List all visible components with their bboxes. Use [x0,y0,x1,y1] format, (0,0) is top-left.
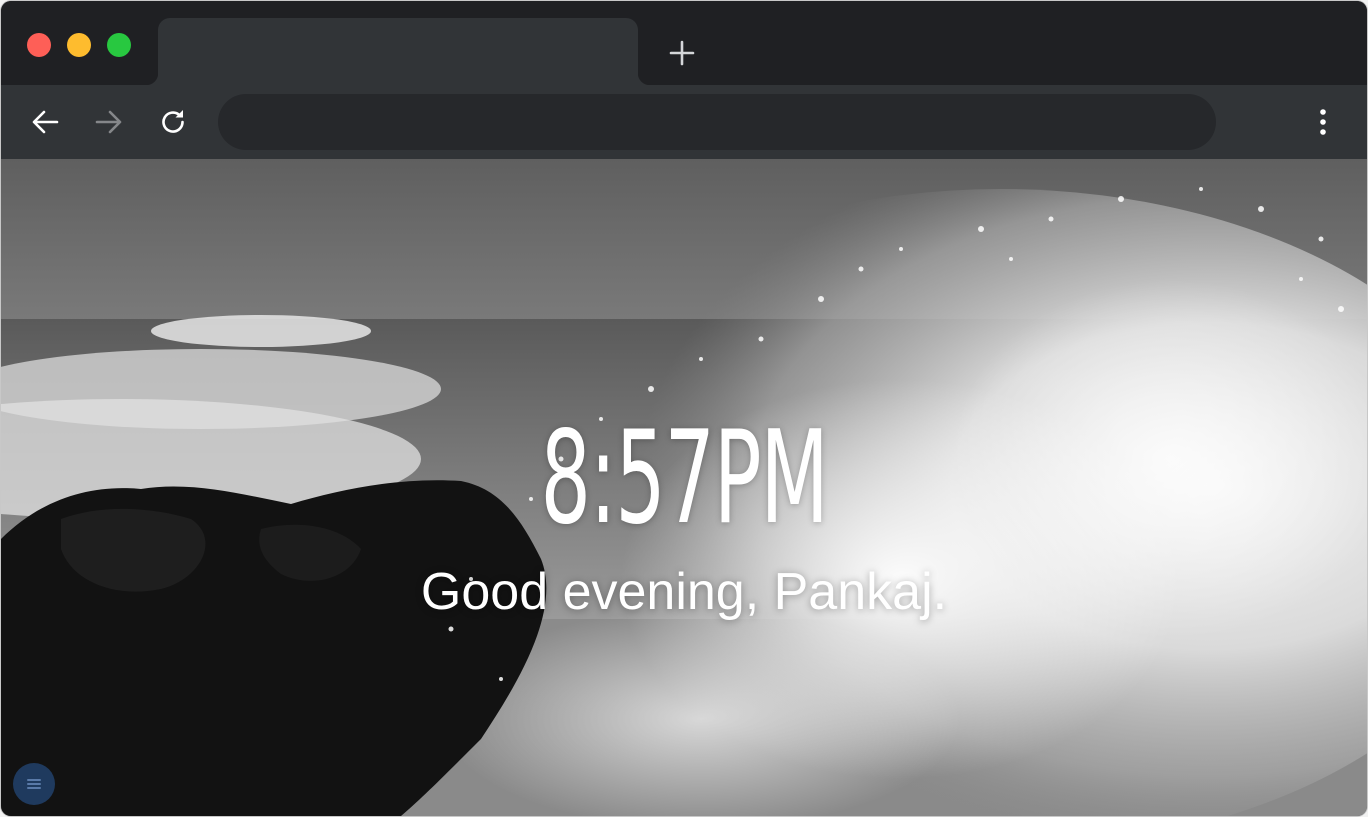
vertical-dots-icon [1320,109,1326,135]
back-button[interactable] [25,102,65,142]
new-tab-button[interactable] [663,34,701,72]
hamburger-menu-icon [27,779,41,789]
arrow-left-icon [32,110,59,134]
arrow-right-icon [95,110,122,134]
browser-menu-button[interactable] [1303,102,1343,142]
close-window-button[interactable] [27,33,51,57]
active-tab[interactable] [146,18,650,85]
browser-toolbar [1,85,1367,159]
reload-button[interactable] [153,102,193,142]
tab-strip [1,1,1367,85]
plus-icon [669,40,695,66]
minimize-window-button[interactable] [67,33,91,57]
clock-time: 8:57PM [540,404,828,553]
reload-icon [162,110,184,133]
browser-window: 8:57PM Good evening, Pankaj. [1,1,1367,816]
new-tab-page: 8:57PM Good evening, Pankaj. [1,159,1367,816]
greeting-message: Good evening, Pankaj. [420,563,948,621]
forward-button[interactable] [89,102,129,142]
settings-menu-button[interactable] [13,763,55,805]
address-bar[interactable] [218,94,1216,150]
zoom-window-button[interactable] [107,33,131,57]
